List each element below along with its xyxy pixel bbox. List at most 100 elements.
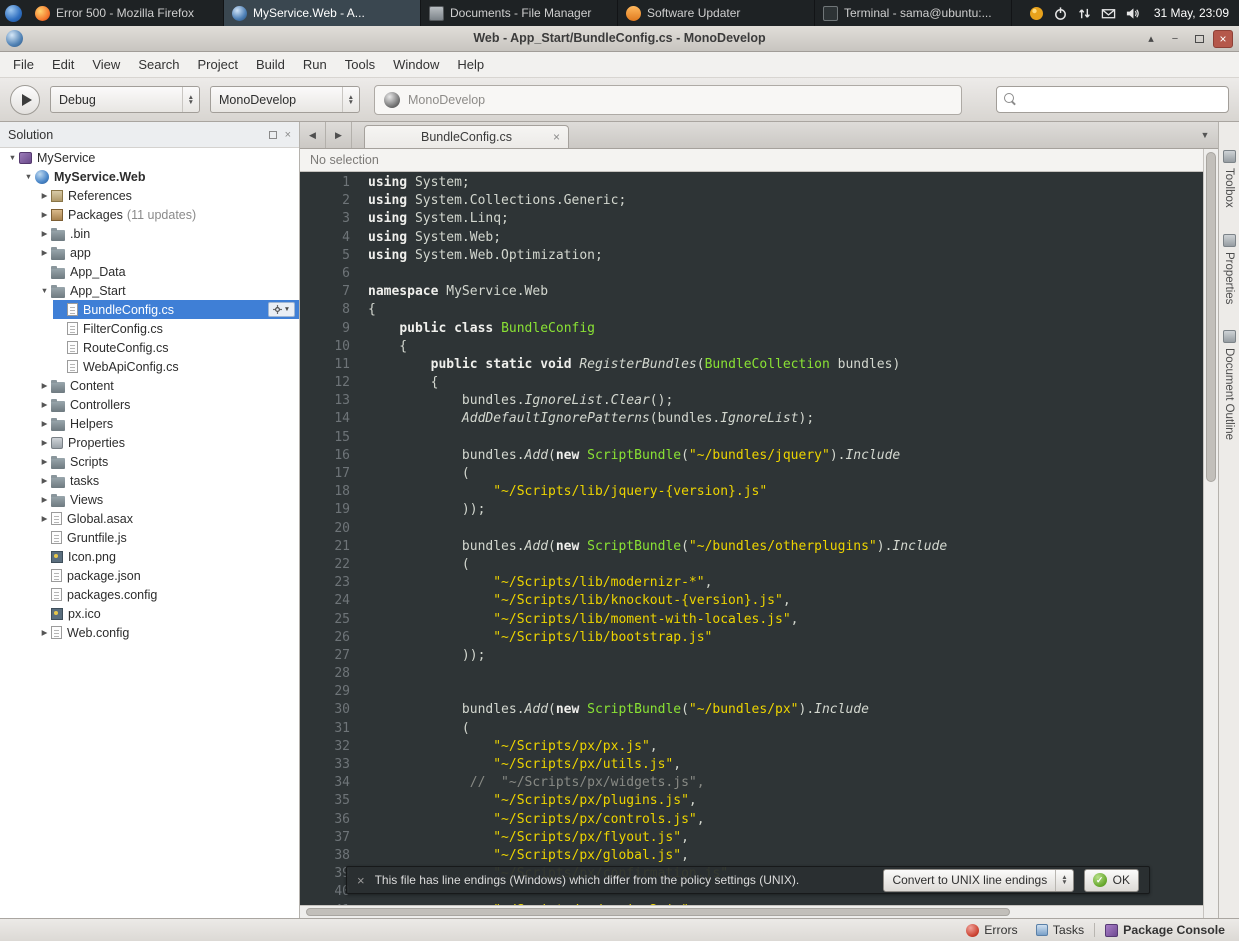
status-circle-icon[interactable] [1029,6,1044,21]
file-options-button[interactable]: ▼ [268,302,295,317]
tree-item-packages[interactable]: ▶ Packages (11 updates) [0,205,299,224]
tree-item-helpers[interactable]: ▶ Helpers [0,414,299,433]
horizontal-scrollbar[interactable] [300,905,1203,918]
clock[interactable]: 31 May, 23:09 [1144,6,1239,20]
menu-build[interactable]: Build [247,52,294,78]
expand-icon[interactable]: ▶ [38,628,51,637]
shade-button[interactable]: ▴ [1141,30,1161,48]
code-editor[interactable]: 1 2 3 4 5 6 7 8 9 10 11 12 13 14 15 16 17 18 19 20 21 22 23 24 2… [300,172,1218,918]
menu-run[interactable]: Run [294,52,336,78]
menu-search[interactable]: Search [129,52,188,78]
tree-item-app-start[interactable]: ▼ App_Start [0,281,299,300]
menu-project[interactable]: Project [189,52,247,78]
tree-item-label: References [68,188,132,203]
mail-icon[interactable] [1101,6,1116,21]
expand-icon[interactable]: ▶ [38,495,51,504]
tree-item-bin[interactable]: ▶ .bin [0,224,299,243]
package-console-button[interactable]: Package Console [1097,919,1233,941]
auto-hide-button[interactable] [268,130,277,139]
expand-icon[interactable]: ▶ [38,476,51,485]
tree-item-myservice-web[interactable]: ▼ MyService.Web [0,167,299,186]
status-area[interactable]: MonoDevelop [374,84,962,115]
tree-item-bundleconfig-cs[interactable]: BundleConfig.cs ▼ [0,300,299,319]
convert-line-endings-selector[interactable]: Convert to UNIX line endings ▲ ▼ [883,868,1074,892]
maximize-button[interactable] [1189,30,1209,48]
tree-item-app[interactable]: ▶ app [0,243,299,262]
tab-close-icon[interactable]: × [553,130,560,144]
tree-item-webapiconfig-cs[interactable]: WebApiConfig.cs [0,357,299,376]
expand-icon[interactable]: ▶ [38,419,51,428]
vertical-scrollbar[interactable] [1203,149,1218,918]
menu-view[interactable]: View [83,52,129,78]
dock-tab-properties[interactable]: Properties [1222,233,1236,304]
document-tab-bar: ◀ ▶ BundleConfig.cs × ▼ [300,122,1218,149]
tree-item-gruntfile-js[interactable]: Gruntfile.js [0,528,299,547]
configuration-selector[interactable]: Debug ▲ ▼ [50,86,200,113]
taskbar-button-firefox[interactable]: Error 500 - Mozilla Firefox [27,0,224,26]
tab-bundleconfig-cs[interactable]: BundleConfig.cs × [364,125,569,148]
expand-icon[interactable]: ▶ [38,400,51,409]
expand-icon[interactable]: ▶ [38,438,51,447]
run-button[interactable] [10,84,40,115]
tree-item-scripts[interactable]: ▶ Scripts [0,452,299,471]
nav-forward-button[interactable]: ▶ [326,122,352,148]
expand-icon[interactable]: ▶ [38,381,51,390]
panel-launcher-button[interactable] [0,0,27,26]
menu-tools[interactable]: Tools [336,52,384,78]
tree-item-packages-config[interactable]: packages.config [0,585,299,604]
tree-item-views[interactable]: ▶ Views [0,490,299,509]
collapse-icon[interactable]: ▼ [6,153,19,162]
taskbar-button-terminal[interactable]: Terminal - sama@ubuntu:... [815,0,1012,26]
tree-item-routeconfig-cs[interactable]: RouteConfig.cs [0,338,299,357]
tree-item-controllers[interactable]: ▶ Controllers [0,395,299,414]
taskbar-button-filemanager[interactable]: Documents - File Manager [421,0,618,26]
tree-item-web-config[interactable]: ▶ Web.config [0,623,299,642]
search-input[interactable] [1023,92,1221,107]
minimize-button[interactable]: − [1165,30,1185,48]
expand-icon[interactable]: ▶ [38,457,51,466]
tree-item-references[interactable]: ▶ References [0,186,299,205]
collapse-icon[interactable]: ▼ [38,286,51,295]
collapse-icon[interactable]: ▼ [22,172,35,181]
power-icon[interactable] [1053,6,1068,21]
expand-icon[interactable]: ▶ [38,210,51,219]
tree-item-tasks[interactable]: ▶ tasks [0,471,299,490]
errors-button[interactable]: Errors [958,919,1025,941]
tasks-button[interactable]: Tasks [1028,919,1092,941]
ok-button[interactable]: ✓ OK [1083,868,1139,892]
network-icon[interactable] [1077,6,1092,21]
tree-item-package-json[interactable]: package.json [0,566,299,585]
runtime-selector[interactable]: MonoDevelop ▲ ▼ [210,86,360,113]
pad-close-button[interactable]: × [285,129,291,141]
expand-icon[interactable]: ▶ [38,514,51,523]
menu-edit[interactable]: Edit [43,52,83,78]
taskbar-button-monodevelop[interactable]: MyService.Web - A... [224,0,421,26]
close-button[interactable]: × [1213,29,1233,48]
vertical-scrollbar-thumb[interactable] [1206,152,1216,482]
expand-icon[interactable]: ▶ [38,248,51,257]
tree-item-icon-png[interactable]: Icon.png [0,547,299,566]
dock-tab-toolbox[interactable]: Toolbox [1222,150,1236,208]
notification-close-icon[interactable]: × [357,873,365,888]
expand-icon[interactable]: ▶ [38,191,51,200]
tree-item-myservice[interactable]: ▼ MyService [0,148,299,167]
tree-item-app-data[interactable]: App_Data [0,262,299,281]
tree-item-properties[interactable]: ▶ Properties [0,433,299,452]
expand-icon[interactable]: ▶ [38,229,51,238]
tree-item-global-asax[interactable]: ▶ Global.asax [0,509,299,528]
menu-help[interactable]: Help [448,52,493,78]
tree-item-filterconfig-cs[interactable]: FilterConfig.cs [0,319,299,338]
breadcrumb[interactable]: No selection [300,149,1218,172]
nav-back-button[interactable]: ◀ [300,122,326,148]
window-titlebar[interactable]: Web - App_Start/BundleConfig.cs - MonoDe… [0,26,1239,52]
tree-item-px-ico[interactable]: px.ico [0,604,299,623]
menu-window[interactable]: Window [384,52,448,78]
volume-icon[interactable] [1125,6,1140,21]
tree-item-content[interactable]: ▶ Content [0,376,299,395]
search-box[interactable] [996,86,1229,113]
taskbar-button-updater[interactable]: Software Updater [618,0,815,26]
menu-file[interactable]: File [4,52,43,78]
tab-list-dropdown[interactable]: ▼ [1192,122,1218,148]
horizontal-scrollbar-thumb[interactable] [306,908,1011,916]
dock-tab-document-outline[interactable]: Document Outline [1222,330,1236,440]
